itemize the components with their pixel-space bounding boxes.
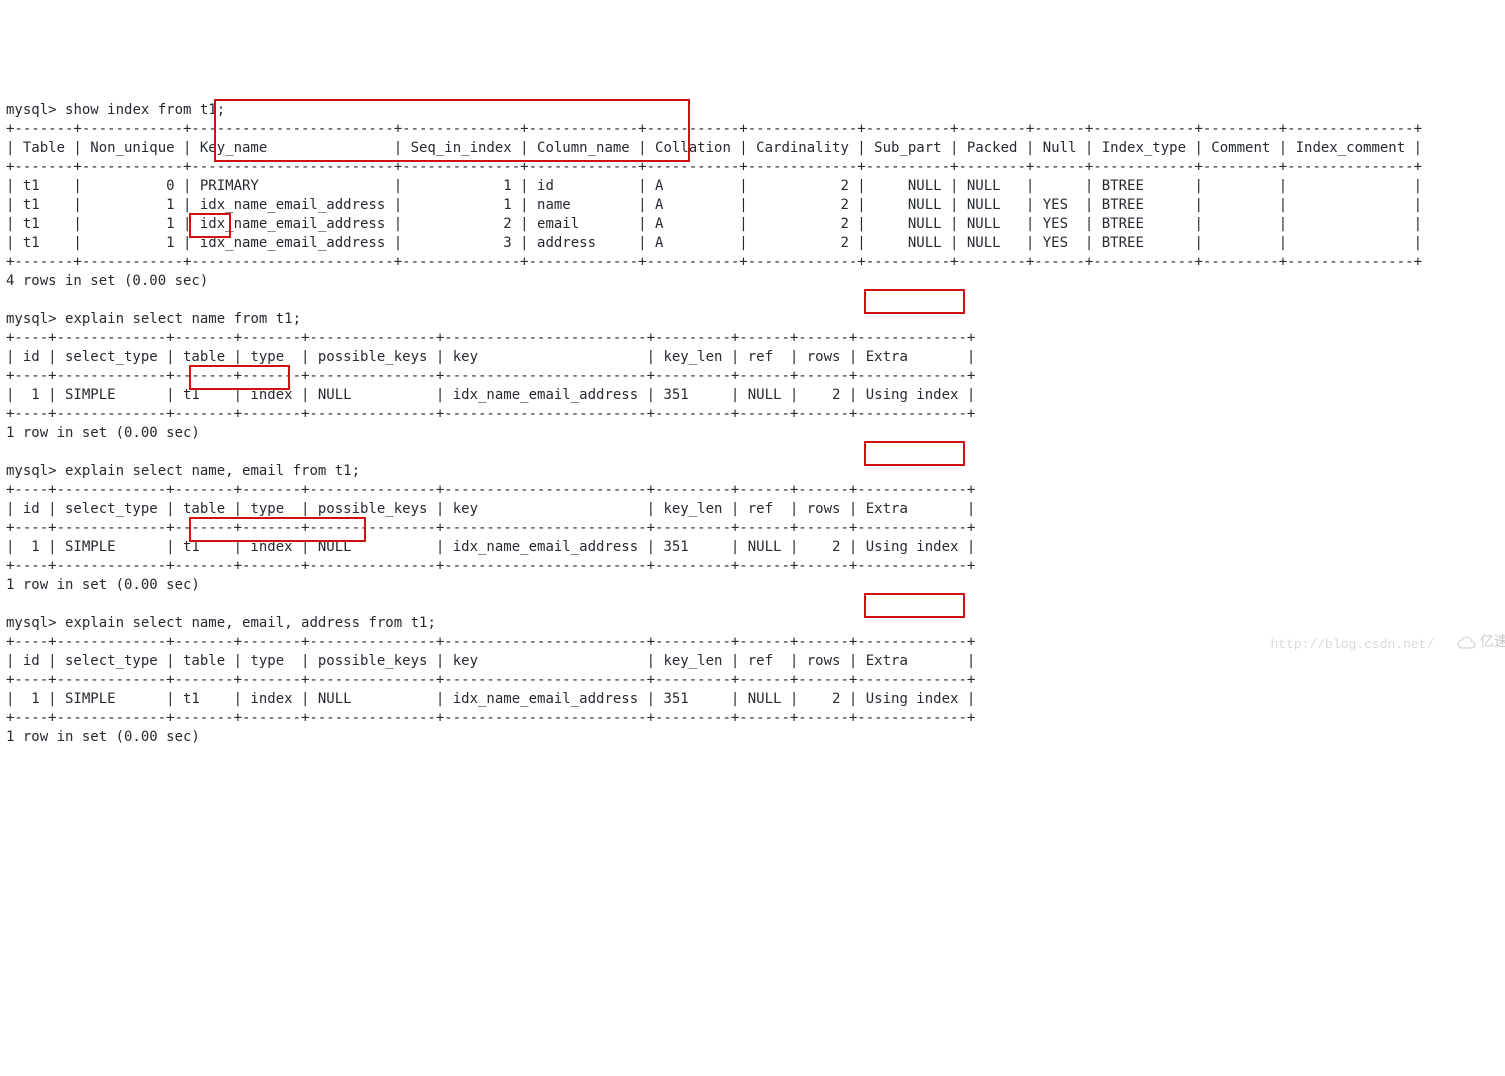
explain3-sep-mid: +----+-------------+-------+-------+----…: [6, 672, 975, 688]
rows-1a: 1 row in set (0.00 sec): [6, 425, 200, 441]
highlight-using-index-3: [864, 593, 965, 618]
explain2-sep-mid: +----+-------------+-------+-------+----…: [6, 520, 975, 536]
watermark-brand-text: 亿速云: [1480, 633, 1505, 652]
index-sep-mid: +-------+------------+------------------…: [6, 159, 1422, 175]
sql-command-4: explain select name, email, address from…: [65, 615, 436, 631]
sql-command-3: explain select name, email from t1;: [65, 463, 360, 479]
explain1-sep-top: +----+-------------+-------+-------+----…: [6, 330, 975, 346]
index-row-1: | t1 | 1 | idx_name_email_address | 1 | …: [6, 197, 1422, 213]
rows-1b: 1 row in set (0.00 sec): [6, 577, 200, 593]
prompt: mysql>: [6, 102, 57, 118]
cloud-icon: [1456, 636, 1476, 650]
explain2-sep-top: +----+-------------+-------+-------+----…: [6, 482, 975, 498]
rows-1c: 1 row in set (0.00 sec): [6, 729, 200, 745]
explain3-sep-top: +----+-------------+-------+-------+----…: [6, 634, 975, 650]
rows-4: 4 rows in set (0.00 sec): [6, 273, 208, 289]
highlight-using-index-1: [864, 289, 965, 314]
prompt: mysql>: [6, 463, 57, 479]
sql-command-2: explain select name from t1;: [65, 311, 301, 327]
index-row-3: | t1 | 1 | idx_name_email_address | 3 | …: [6, 235, 1422, 251]
explain2-header: | id | select_type | table | type | poss…: [6, 501, 975, 517]
index-header: | Table | Non_unique | Key_name | Seq_in…: [6, 140, 1422, 156]
watermark-logo: 亿速云: [1456, 633, 1505, 652]
index-sep-top: +-------+------------+------------------…: [6, 121, 1422, 137]
explain3-sep-bot: +----+-------------+-------+-------+----…: [6, 710, 975, 726]
index-sep-bot: +-------+------------+------------------…: [6, 254, 1422, 270]
explain1-row: | 1 | SIMPLE | t1 | index | NULL | idx_n…: [6, 387, 975, 403]
explain1-sep-mid: +----+-------------+-------+-------+----…: [6, 368, 975, 384]
index-row-2: | t1 | 1 | idx_name_email_address | 2 | …: [6, 216, 1422, 232]
explain3-row: | 1 | SIMPLE | t1 | index | NULL | idx_n…: [6, 691, 975, 707]
sql-command-1: show index from t1;: [65, 102, 225, 118]
watermark-url: http://blog.csdn.net/: [1270, 635, 1434, 654]
explain2-sep-bot: +----+-------------+-------+-------+----…: [6, 558, 975, 574]
explain1-header: | id | select_type | table | type | poss…: [6, 349, 975, 365]
index-row-0: | t1 | 0 | PRIMARY | 1 | id | A | 2 | NU…: [6, 178, 1422, 194]
explain3-header: | id | select_type | table | type | poss…: [6, 653, 975, 669]
explain1-sep-bot: +----+-------------+-------+-------+----…: [6, 406, 975, 422]
explain2-row: | 1 | SIMPLE | t1 | index | NULL | idx_n…: [6, 539, 975, 555]
highlight-using-index-2: [864, 441, 965, 466]
prompt: mysql>: [6, 311, 57, 327]
prompt: mysql>: [6, 615, 57, 631]
